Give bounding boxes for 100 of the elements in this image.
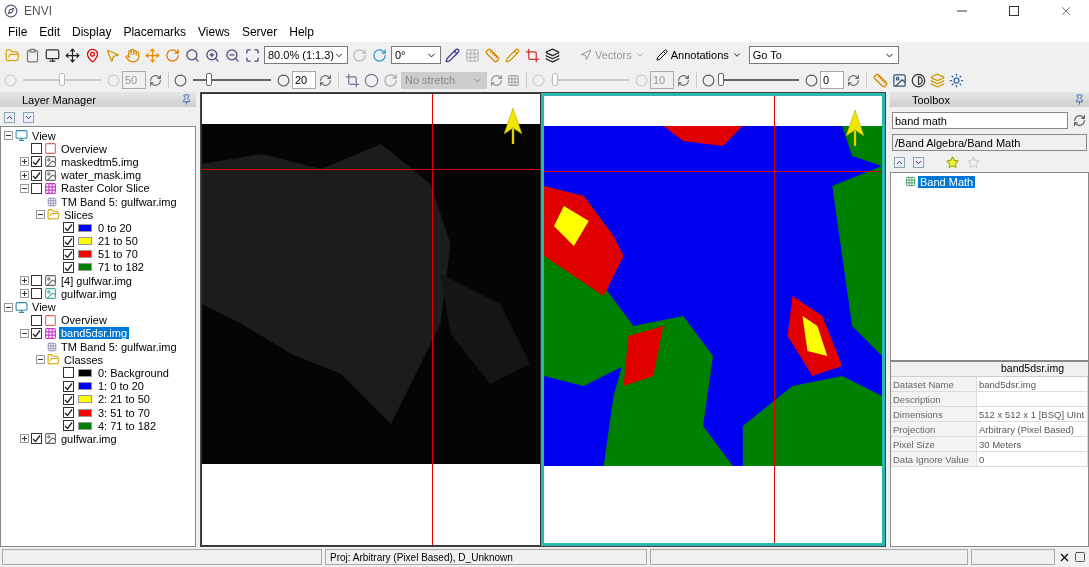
layer-checkbox[interactable]	[63, 235, 74, 247]
layer-checkbox[interactable]	[63, 420, 74, 432]
layer-label[interactable]: water_mask.img	[59, 169, 144, 182]
layer-label[interactable]: Classes	[62, 353, 106, 366]
layer-checkbox[interactable]	[31, 314, 42, 326]
layer-checkbox[interactable]	[31, 433, 42, 445]
refresh-icon[interactable]	[489, 72, 504, 88]
expand-toggle[interactable]	[20, 289, 29, 299]
layer-label[interactable]: 21 to 50	[96, 235, 140, 248]
crosshair-icon[interactable]	[64, 46, 81, 64]
expand-toggle[interactable]	[20, 276, 29, 286]
refresh-icon[interactable]	[846, 72, 861, 88]
expand-toggle[interactable]	[20, 157, 29, 167]
rotation-select[interactable]: 0°	[391, 46, 441, 64]
pin-icon[interactable]	[84, 46, 101, 64]
expand-toggle[interactable]	[20, 434, 29, 444]
layer-checkbox[interactable]	[31, 288, 42, 300]
layer-label[interactable]: Overview	[59, 142, 109, 155]
slider-thumb[interactable]	[205, 73, 212, 86]
expand-toggle[interactable]	[36, 210, 45, 220]
value-field[interactable]: 20	[292, 71, 316, 89]
menu-item[interactable]: Display	[66, 25, 118, 39]
rotate-right-icon[interactable]	[371, 46, 388, 64]
layer-label[interactable]: 0 to 20	[96, 221, 134, 234]
layer-label[interactable]: View	[30, 129, 58, 142]
layer-label[interactable]: Raster Color Slice	[59, 182, 152, 195]
expand-toggle[interactable]	[4, 302, 13, 312]
menu-item[interactable]: Views	[192, 25, 236, 39]
layer-label[interactable]: 51 to 70	[96, 248, 140, 261]
layer-label[interactable]: band5dsr.img	[59, 327, 130, 340]
clipboard-icon[interactable]	[24, 46, 41, 64]
menu-item[interactable]: Help	[283, 25, 320, 39]
menu-item[interactable]: Placemarks	[117, 25, 193, 39]
layer-label[interactable]: gulfwar.img	[59, 287, 119, 300]
expand-toggle[interactable]	[4, 131, 13, 141]
layer-checkbox[interactable]	[63, 367, 74, 379]
collapse-button[interactable]	[894, 157, 905, 168]
expand-toggle[interactable]	[20, 170, 29, 180]
layer-label[interactable]: 0: Background	[96, 366, 171, 379]
layer-checkbox[interactable]	[63, 261, 74, 273]
crop-icon[interactable]	[524, 46, 541, 64]
layer-label[interactable]: Overview	[59, 314, 109, 327]
layer-label[interactable]: 2: 21 to 50	[96, 393, 152, 406]
refresh-icon[interactable]	[318, 72, 333, 88]
expand-toggle[interactable]	[36, 355, 45, 365]
go-to-field[interactable]: Go To	[748, 46, 899, 64]
sun-icon[interactable]	[948, 71, 965, 89]
layer-label[interactable]: Slices	[62, 208, 96, 221]
layer-label[interactable]: 4: 71 to 182	[96, 419, 159, 432]
layers-icon[interactable]	[544, 46, 561, 64]
menu-item[interactable]: File	[2, 25, 34, 39]
star-icon[interactable]	[967, 156, 980, 169]
tool-label[interactable]: Band Math	[918, 175, 976, 188]
move-up-button[interactable]	[4, 112, 15, 123]
layer-label[interactable]: [4] gulfwar.img	[59, 274, 134, 287]
layer-checkbox[interactable]	[31, 182, 42, 194]
zoom-icon[interactable]	[184, 46, 201, 64]
zoom-fit-icon[interactable]	[244, 46, 261, 64]
layer-checkbox[interactable]	[63, 248, 74, 260]
layer-checkbox[interactable]	[63, 407, 74, 419]
menu-item[interactable]: Edit	[33, 25, 67, 39]
layer-checkbox[interactable]	[31, 327, 42, 339]
layer-label[interactable]: gulfwar.img	[59, 432, 119, 445]
layer-label[interactable]: TM Band 5: gulfwar.img	[59, 195, 179, 208]
search-field[interactable]: band math	[892, 112, 1068, 129]
layer-checkbox[interactable]	[31, 156, 42, 168]
layer-checkbox[interactable]	[31, 169, 42, 181]
layer-checkbox[interactable]	[63, 393, 74, 405]
image-icon[interactable]	[891, 71, 908, 89]
contrast-icon[interactable]	[910, 71, 927, 89]
layer-label[interactable]: 71 to 182	[96, 261, 146, 274]
ruler-icon[interactable]	[484, 46, 501, 64]
menu-item[interactable]: Server	[235, 25, 284, 39]
monitor-icon[interactable]	[44, 46, 61, 64]
layer-checkbox[interactable]	[31, 275, 42, 287]
expand-toggle[interactable]	[20, 328, 29, 338]
annotations-menu-button[interactable]: Annotations	[651, 49, 746, 61]
zoom-select[interactable]: 80.0% (1:1.3)	[264, 46, 348, 64]
image-view[interactable]	[201, 93, 541, 546]
pin-icon[interactable]	[181, 94, 192, 105]
layer-label[interactable]: View	[30, 301, 58, 314]
slider-thumb[interactable]	[718, 73, 724, 86]
layer-label[interactable]: 3: 51 to 70	[96, 406, 152, 419]
pencil-icon[interactable]	[444, 46, 461, 64]
zoom-in-icon[interactable]	[204, 46, 221, 64]
pin-icon[interactable]	[1074, 94, 1085, 105]
refresh-icon[interactable]	[676, 72, 691, 88]
expand-toggle[interactable]	[20, 183, 29, 193]
refresh-icon[interactable]	[1072, 113, 1087, 128]
expand-button[interactable]	[913, 157, 924, 168]
layer-label[interactable]: maskedtm5.img	[59, 155, 141, 168]
layer-checkbox[interactable]	[63, 380, 74, 392]
layer-checkbox[interactable]	[63, 222, 74, 234]
move-down-button[interactable]	[23, 112, 34, 123]
image-view[interactable]	[541, 93, 885, 546]
crop-icon[interactable]	[344, 71, 361, 89]
zoom-out-icon[interactable]	[224, 46, 241, 64]
value-field[interactable]: 0	[820, 71, 844, 89]
layer-checkbox[interactable]	[31, 143, 42, 155]
layer-label[interactable]: 1: 0 to 20	[96, 380, 146, 393]
